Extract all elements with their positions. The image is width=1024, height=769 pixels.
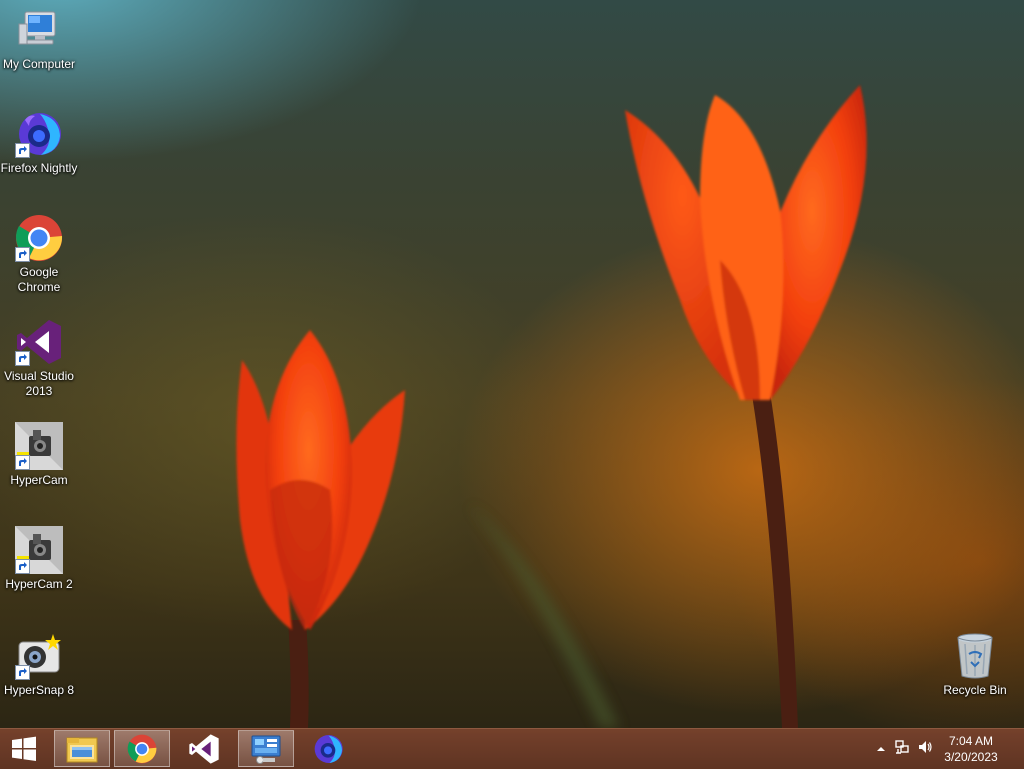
volume-icon[interactable] <box>914 739 936 760</box>
taskbar-file-explorer[interactable] <box>54 730 110 767</box>
start-button[interactable] <box>0 729 48 769</box>
wallpaper-tulips <box>236 85 867 728</box>
taskbar-google-chrome[interactable] <box>114 730 170 767</box>
shortcut-arrow-icon <box>15 455 30 470</box>
desktop-icon-label: Google Chrome <box>17 265 61 294</box>
shortcut-arrow-icon <box>15 247 30 262</box>
clock-time: 7:04 AM <box>948 734 994 748</box>
chrome-icon <box>127 734 157 763</box>
desktop-icon-my-computer[interactable]: My Computer <box>0 6 78 72</box>
firefox-nightly-icon <box>314 734 343 763</box>
visual-studio-icon <box>189 733 219 764</box>
network-icon[interactable] <box>890 739 914 760</box>
desktop[interactable]: My Computer Firefox Nightly Google Chrom… <box>0 0 1024 728</box>
desktop-icon-firefox-nightly[interactable]: Firefox Nightly <box>0 110 78 176</box>
taskbar-visual-studio[interactable] <box>176 730 232 767</box>
clock-date: 3/20/2023 <box>944 750 998 764</box>
shortcut-arrow-icon <box>15 143 30 158</box>
system-tray <box>872 729 936 769</box>
desktop-icon-hypercam[interactable]: HyperCam <box>0 422 78 488</box>
control-panel-icon <box>251 735 281 764</box>
desktop-icon-label: Visual Studio 2013 <box>4 369 74 398</box>
desktop-icon-label: HyperSnap 8 <box>3 683 75 697</box>
desktop-icon-recycle-bin[interactable]: Recycle Bin <box>936 632 1014 698</box>
folder-icon <box>66 737 98 762</box>
recycle-bin-label: Recycle Bin <box>943 683 1007 697</box>
desktop-icon-hypercam-2[interactable]: HyperCam 2 <box>0 526 78 592</box>
hypercam-icon <box>15 422 63 470</box>
chrome-icon <box>15 214 63 262</box>
windows-logo-icon <box>12 736 36 761</box>
shortcut-arrow-icon <box>15 351 30 366</box>
clock[interactable]: 7:04 AM 3/20/2023 <box>936 733 1006 765</box>
desktop-icon-hypersnap-8[interactable]: HyperSnap 8 <box>0 632 78 698</box>
taskbar-firefox-nightly[interactable] <box>300 730 356 767</box>
desktop-icon-label: Firefox Nightly <box>0 161 78 175</box>
desktop-icon-label: HyperCam 2 <box>5 577 73 591</box>
recycle-bin-icon <box>951 632 999 680</box>
shortcut-arrow-icon <box>15 665 30 680</box>
desktop-icon-label: My Computer <box>2 57 76 71</box>
visual-studio-icon <box>15 318 63 366</box>
taskbar: 7:04 AM 3/20/2023 <box>0 728 1024 769</box>
desktop-icon-visual-studio-2013[interactable]: Visual Studio 2013 <box>0 318 78 399</box>
hypersnap-icon <box>15 632 63 680</box>
desktop-icon-label: HyperCam <box>10 473 68 487</box>
chevron-up-icon[interactable] <box>872 740 890 758</box>
taskbar-control-panel[interactable] <box>238 730 294 767</box>
shortcut-arrow-icon <box>15 559 30 574</box>
hypercam-icon <box>15 526 63 574</box>
firefox-nightly-icon <box>15 110 63 158</box>
desktop-icon-google-chrome[interactable]: Google Chrome <box>0 214 78 295</box>
computer-icon <box>15 6 63 54</box>
